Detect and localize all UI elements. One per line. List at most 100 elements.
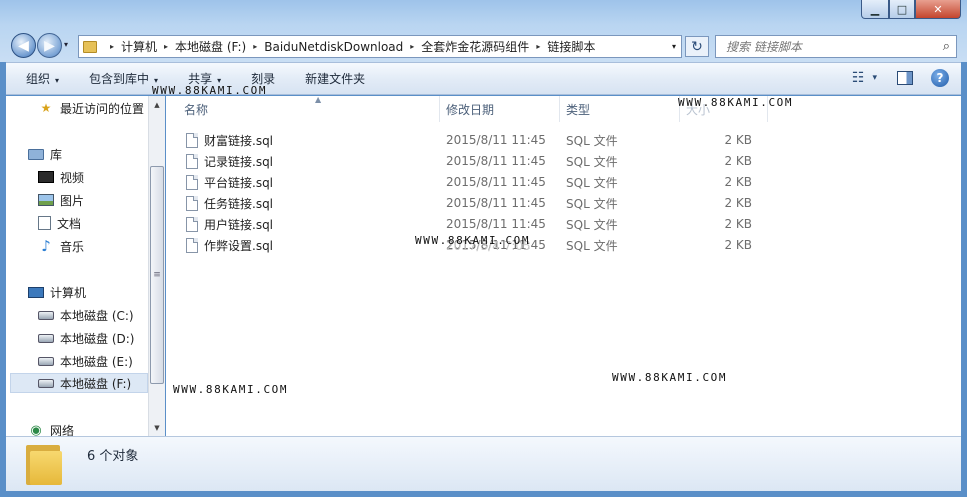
drive-icon [38,356,54,366]
folder-icon [26,441,64,485]
file-size: 2 KB [724,196,752,210]
view-dropdown-icon[interactable]: ▾ [872,73,877,83]
file-name: 作弊设置.sql [204,238,274,253]
library-icon [28,148,44,160]
breadcrumb-drive-f[interactable]: 本地磁盘 (F:) [175,38,246,55]
preview-pane-icon[interactable] [897,71,913,85]
file-row[interactable]: 财富链接.sql 2015/8/11 11:45 SQL 文件 2 KB [182,130,772,150]
sidebar-item-documents[interactable]: 文档 [38,213,81,233]
close-button[interactable]: ✕ [915,0,961,19]
sidebar-item-label: 本地磁盘 (D:) [60,331,135,346]
breadcrumb-separator[interactable]: ▸ [164,42,168,51]
file-row[interactable]: 记录链接.sql 2015/8/11 11:45 SQL 文件 2 KB [182,151,772,171]
search-box[interactable]: ⌕ [715,35,957,58]
refresh-icon: ↻ [691,38,703,55]
computer-icon [28,286,44,298]
sidebar-item-network[interactable]: ◉ 网络 [28,420,75,437]
sidebar-item-videos[interactable]: 视频 [38,167,84,187]
column-header-name[interactable]: 名称 ▲ [176,96,440,122]
details-pane: 6 个对象 [6,436,961,491]
item-count: 6 个对象 [87,449,139,464]
change-view-icon[interactable]: ☷ [852,70,865,86]
pictures-icon [38,194,54,206]
search-input[interactable] [726,39,926,54]
minimize-button[interactable]: ▁ [861,0,889,19]
drive-icon [38,310,54,320]
sidebar-item-label: 文档 [57,216,82,231]
search-icon[interactable]: ⌕ [943,39,950,54]
sidebar-item-libraries[interactable]: 库 [28,144,62,164]
sidebar-item-drive-e[interactable]: 本地磁盘 (E:) [38,351,133,371]
sidebar-item-recent-places[interactable]: ★ 最近访问的位置 [38,98,144,118]
column-header-type[interactable]: 类型 [558,96,680,122]
sidebar-item-computer[interactable]: 计算机 [28,282,86,302]
file-modified: 2015/8/11 11:45 [446,175,546,189]
sidebar-item-drive-c[interactable]: 本地磁盘 (C:) [38,305,134,325]
recent-places-icon: ★ [40,101,52,115]
file-row[interactable]: 平台链接.sql 2015/8/11 11:45 SQL 文件 2 KB [182,172,772,192]
file-row[interactable]: 用户链接.sql 2015/8/11 11:45 SQL 文件 2 KB [182,214,772,234]
command-bar: 组织 ▾ 包含到库中 ▾ 共享 ▾ 刻录 新建文件夹 ☷ ▾ ? [6,62,961,95]
file-modified: 2015/8/11 11:45 [446,133,546,147]
recent-pages-dropdown[interactable]: ▾ [64,40,68,49]
sql-file-icon [186,153,198,169]
watermark: WWW.88KAMI.COM [152,84,268,97]
new-folder-button[interactable]: 新建文件夹 [295,70,375,87]
breadcrumb-separator[interactable]: ▸ [253,42,257,51]
navigation-bar: ◀ ▶ ▾ ▸ 计算机 ▸ 本地磁盘 (F:) ▸ BaiduNetdiskDo… [0,32,967,60]
organize-button[interactable]: 组织 ▾ [16,70,69,87]
scrollbar-thumb[interactable]: ≡ [150,166,164,384]
breadcrumb-computer[interactable]: 计算机 [121,38,157,55]
sidebar-item-label: 网络 [50,423,75,437]
breadcrumb-separator[interactable]: ▸ [410,42,414,51]
file-type: SQL 文件 [566,154,618,169]
sidebar-item-music[interactable]: ♪ 音乐 [38,236,84,256]
drive-icon [38,378,54,388]
watermark: WWW.88KAMI.COM [612,371,728,384]
help-icon[interactable]: ? [931,69,949,87]
breadcrumb-separator[interactable]: ▸ [110,42,114,51]
address-bar[interactable]: ▸ 计算机 ▸ 本地磁盘 (F:) ▸ BaiduNetdiskDownload… [78,35,682,58]
file-name: 用户链接.sql [204,217,274,232]
network-icon: ◉ [30,422,42,437]
sidebar-item-pictures[interactable]: 图片 [38,190,84,210]
video-icon [38,171,54,183]
sort-ascending-icon: ▲ [315,96,322,104]
maximize-button[interactable]: □ [889,0,915,19]
breadcrumb-source-folder[interactable]: 全套炸金花源码组件 [421,38,529,55]
refresh-button[interactable]: ↻ [685,36,709,57]
sidebar-item-label: 库 [50,147,63,162]
scroll-up-icon[interactable]: ▲ [149,96,165,113]
sql-file-icon [186,216,198,232]
breadcrumb-separator[interactable]: ▸ [536,42,540,51]
sidebar-item-drive-f[interactable]: 本地磁盘 (F:) [10,373,148,393]
chevron-down-icon: ▾ [55,76,60,85]
sql-file-icon [186,132,198,148]
sidebar-item-drive-d[interactable]: 本地磁盘 (D:) [38,328,134,348]
sidebar-item-label: 本地磁盘 (C:) [60,308,134,323]
sidebar-item-label: 最近访问的位置 [60,101,145,116]
file-size: 2 KB [724,175,752,189]
back-button[interactable]: ◀ [11,33,36,58]
address-dropdown-icon[interactable]: ▾ [667,42,681,51]
navigation-scrollbar[interactable]: ▲ ≡ ▼ [148,96,165,436]
organize-label: 组织 [26,72,51,86]
scroll-down-icon[interactable]: ▼ [149,419,165,436]
file-row[interactable]: 任务链接.sql 2015/8/11 11:45 SQL 文件 2 KB [182,193,772,213]
sidebar-item-label: 本地磁盘 (F:) [60,376,132,391]
sql-file-icon [186,195,198,211]
file-name: 任务链接.sql [204,196,274,211]
forward-button[interactable]: ▶ [37,33,62,58]
sidebar-item-label: 视频 [60,170,85,185]
column-header-modified[interactable]: 修改日期 [438,96,560,122]
column-label: 名称 [184,102,209,117]
sql-file-icon [186,237,198,253]
grip-icon: ≡ [153,270,161,280]
sidebar-item-label: 计算机 [50,285,87,300]
forward-arrow-icon: ▶ [44,37,55,54]
view-controls: ☷ ▾ ? [838,69,949,87]
breadcrumb-baidunetdiskdownload[interactable]: BaiduNetdiskDownload [264,40,403,54]
breadcrumb-current-folder[interactable]: 链接脚本 [547,38,595,55]
file-size: 2 KB [724,238,752,252]
file-modified: 2015/8/11 11:45 [446,217,546,231]
